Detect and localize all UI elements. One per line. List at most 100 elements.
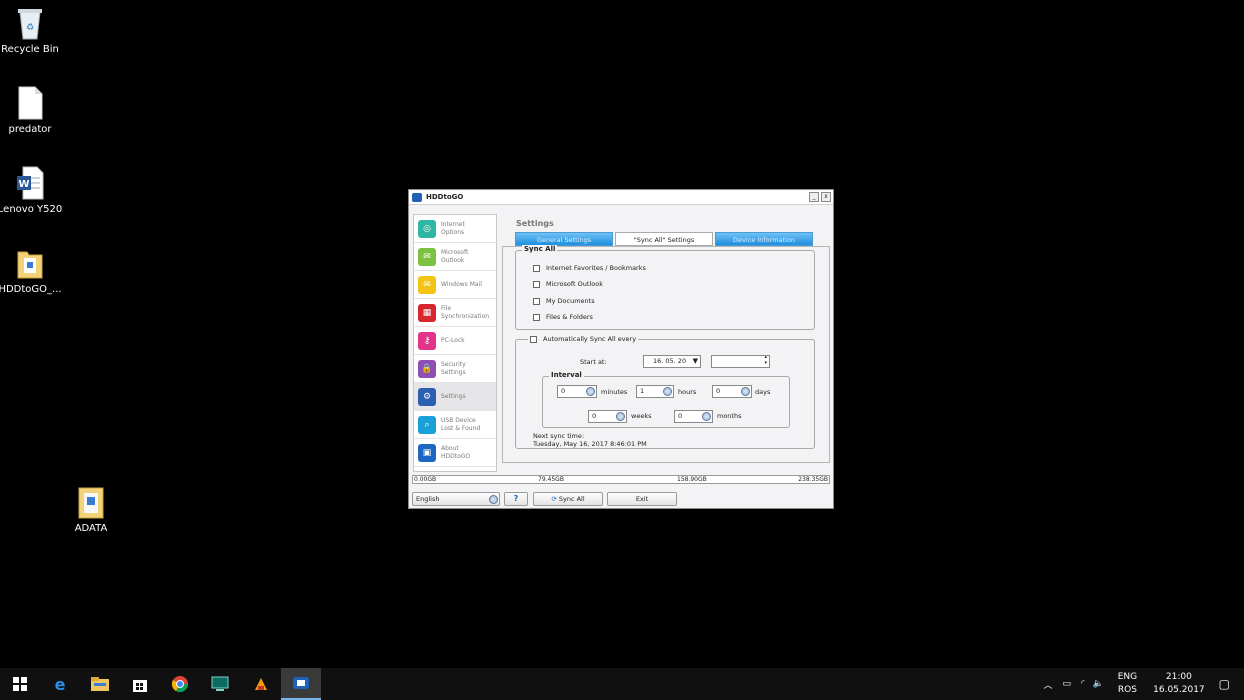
days-field[interactable]: 0: [712, 385, 752, 398]
tab-general-settings[interactable]: General Settings: [515, 232, 613, 246]
hddtogo-taskbar-icon[interactable]: [281, 668, 321, 700]
desktop-icon-label: ADATA: [74, 523, 108, 534]
chrome-icon[interactable]: [160, 668, 200, 700]
checkbox-my-documents[interactable]: My Documents: [533, 297, 595, 305]
checkbox-label: Automatically Sync All every: [543, 335, 637, 343]
tab-sync-all-settings[interactable]: "Sync All" Settings: [615, 232, 713, 246]
desktop-icon-predator[interactable]: predator: [0, 86, 65, 135]
spin-icon[interactable]: [663, 387, 672, 396]
sidebar-item-pc-lock[interactable]: ⚷ PC-Lock: [414, 327, 496, 355]
svg-text:♻: ♻: [26, 23, 34, 33]
desktop-icon-recycle-bin[interactable]: ♻ Recycle Bin: [0, 6, 65, 55]
checkbox[interactable]: [533, 264, 540, 272]
sync-all-label: Sync All: [558, 495, 585, 503]
minutes-value: 0: [561, 387, 566, 395]
checkbox[interactable]: [533, 280, 540, 288]
group-title: Sync All: [522, 245, 558, 253]
language-select[interactable]: English: [412, 492, 500, 506]
system-tray: ︿ ▭ ◜ 🔈 ENG ROS 21:00 16.05.2017 ▢: [1043, 668, 1244, 700]
clock[interactable]: 21:00 16.05.2017: [1153, 671, 1205, 697]
desktop-icon-adata[interactable]: ADATA: [56, 485, 126, 534]
desktop-icon-hddtogo[interactable]: HDDtoGO_...: [0, 246, 65, 295]
sidebar-item-internet-options[interactable]: ◎ Internet Options: [414, 215, 496, 243]
start-date-picker[interactable]: 16. 05. 20 ▼: [643, 355, 701, 368]
edge-browser-icon[interactable]: e: [40, 668, 80, 700]
sidebar-item-label: Security Settings: [441, 360, 466, 376]
battery-icon[interactable]: ▭: [1062, 679, 1071, 689]
volume-icon[interactable]: 🔈: [1093, 679, 1104, 689]
sidebar-item-microsoft-outlook[interactable]: ✉ Microsoft Outlook: [414, 243, 496, 271]
checkbox-files-folders[interactable]: Files & Folders: [533, 313, 593, 321]
sidebar-item-label: About HDDtoGO: [441, 444, 471, 460]
checkbox[interactable]: [533, 297, 540, 305]
svg-text:W: W: [18, 179, 29, 190]
spin-updown-icon[interactable]: ▴ ▾: [764, 354, 767, 366]
spin-icon[interactable]: [702, 412, 711, 421]
sync-icon: ⟳: [551, 495, 557, 503]
start-date-value: 16. 05. 20: [653, 357, 687, 365]
checkbox-label: My Documents: [546, 297, 595, 305]
help-button[interactable]: ?: [504, 492, 528, 506]
store-icon[interactable]: [120, 668, 160, 700]
minimize-button[interactable]: _: [809, 192, 819, 202]
minutes-field[interactable]: 0: [557, 385, 597, 398]
checkbox-auto-sync[interactable]: Automatically Sync All every: [528, 335, 639, 343]
group-title: Interval: [549, 371, 584, 379]
checkbox[interactable]: [533, 313, 540, 321]
checkbox-internet-favorites[interactable]: Internet Favorites / Bookmarks: [533, 264, 646, 272]
tab-device-information[interactable]: Device Information: [715, 232, 813, 246]
clock-date: 16.05.2017: [1153, 685, 1205, 695]
disk-tick-label: 0.00GB: [414, 476, 437, 483]
file-sync-icon: ▦: [418, 303, 436, 322]
checkbox[interactable]: [530, 335, 537, 343]
sidebar-item-usb-device-lost-found[interactable]: ⌕ USB Device Lost & Found: [414, 411, 496, 439]
windows-start-icon[interactable]: [0, 668, 40, 700]
file-explorer-icon[interactable]: [80, 668, 120, 700]
desktop-icon-label: HDDtoGO_...: [0, 284, 62, 295]
sidebar-item-label: Settings: [441, 392, 466, 400]
chevron-down-icon[interactable]: ▼: [693, 356, 698, 367]
title-bar[interactable]: HDDtoGO _ x: [409, 190, 833, 205]
monitor-app-icon[interactable]: [200, 668, 240, 700]
outlook-icon: ✉: [418, 247, 436, 266]
hours-field[interactable]: 1: [636, 385, 674, 398]
sidebar-item-file-synchronization[interactable]: ▦ File Synchronization: [414, 299, 496, 327]
hours-label: hours: [678, 388, 697, 396]
sidebar-item-windows-mail[interactable]: ✉ Windows Mail: [414, 271, 496, 299]
key-icon: ⚷: [418, 331, 436, 350]
close-button[interactable]: x: [821, 192, 831, 202]
app-icon[interactable]: [241, 668, 281, 700]
checkbox-microsoft-outlook[interactable]: Microsoft Outlook: [533, 280, 603, 288]
interval-group: Interval 0 minutes 1 hours 0 days 0 week…: [542, 371, 790, 428]
next-sync-value: Tuesday, May 16, 2017 8:46:01 PM: [533, 440, 647, 448]
spin-icon[interactable]: [586, 387, 595, 396]
chevron-down-icon[interactable]: [489, 495, 498, 504]
wifi-icon[interactable]: ◜: [1081, 679, 1085, 689]
sidebar-item-settings[interactable]: ⚙ Settings: [414, 383, 496, 411]
lang-keyboard: ROS: [1117, 685, 1137, 695]
word-document-icon: W: [15, 166, 45, 200]
weeks-value: 0: [592, 412, 597, 420]
chevron-up-icon[interactable]: ︿: [1043, 678, 1052, 691]
notifications-icon[interactable]: ▢: [1219, 677, 1230, 691]
weeks-field[interactable]: 0: [588, 410, 627, 423]
sync-all-button[interactable]: ⟳ Sync All: [533, 492, 603, 506]
desktop-icon-lenovo[interactable]: W Lenovo Y520: [0, 166, 65, 215]
disk-tick-label: 79.45GB: [538, 476, 564, 483]
sidebar-item-label: USB Device Lost & Found: [441, 416, 481, 432]
exit-button[interactable]: Exit: [607, 492, 677, 506]
mail-icon: ✉: [418, 275, 436, 294]
months-field[interactable]: 0: [674, 410, 713, 423]
folder-icon: [15, 246, 45, 280]
sidebar-item-security-settings[interactable]: 🔒 Security Settings: [414, 355, 496, 383]
start-time-picker[interactable]: ▴ ▾: [711, 354, 770, 368]
language-indicator[interactable]: ENG ROS: [1118, 671, 1137, 697]
checkbox-label: Internet Favorites / Bookmarks: [546, 264, 646, 272]
weeks-label: weeks: [631, 412, 652, 420]
spin-icon[interactable]: [616, 412, 625, 421]
spin-icon[interactable]: [741, 387, 750, 396]
page-title: Settings: [516, 219, 554, 228]
sidebar-item-about-hddtogo[interactable]: ▣ About HDDtoGO: [414, 439, 496, 467]
hours-value: 1: [640, 387, 645, 395]
folder-icon: [76, 485, 106, 519]
